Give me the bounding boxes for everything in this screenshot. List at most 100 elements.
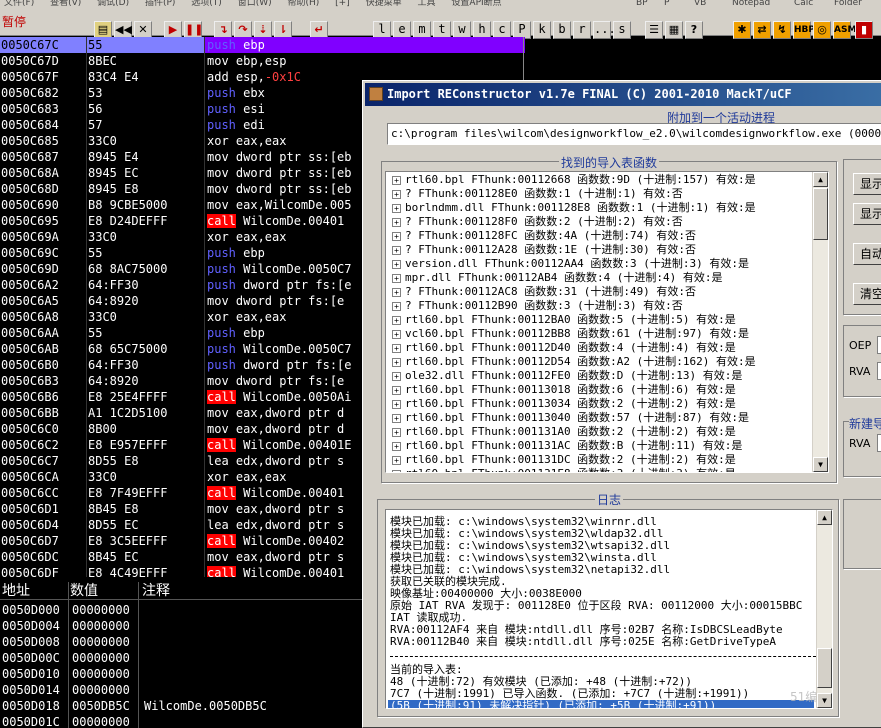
auto-trace-button[interactable]: 自动 [853,243,881,265]
log-line[interactable]: (5B (十进制:91) 未解决指针) (已添加: +5B (十进制:+91)) [388,700,814,708]
oep-input[interactable] [877,336,881,354]
expand-icon[interactable]: + [392,455,401,465]
menu-bp[interactable]: BP [636,0,648,8]
import-tree-item[interactable]: + mpr.dll FThunk:00112AB4 函数数:4 (十进制:4) 有… [392,271,723,285]
menu-vb[interactable]: VB [694,0,706,8]
scroll-thumb[interactable] [813,188,828,240]
menu-shortcut[interactable]: 快捷菜单 [366,0,402,8]
import-tree-item[interactable]: + rtl60.bpl FThunk:00113040 函数数:57 (十进制:8… [392,411,749,425]
toolbar-btn-source[interactable]: s [613,21,631,39]
menu-folder[interactable]: Folder [834,0,862,8]
dump-header-comment[interactable]: 注释 [142,582,170,600]
scroll-down-icon[interactable]: ▼ [813,457,828,472]
log-listbox[interactable]: 模块已加载: c:\windows\system32\winrnr.dll 模块已… [385,509,833,709]
menu-debug[interactable]: 调试(D) [97,0,129,8]
disasm-row[interactable]: 0050C67C 55 push ebp [0,37,525,53]
menu-p[interactable]: P [664,0,669,8]
clear-imports-button[interactable]: 清空 [853,283,881,305]
swap-icon[interactable]: ⇄ [753,21,771,39]
scroll-down-icon[interactable]: ▼ [817,693,832,708]
expand-icon[interactable]: + [392,315,401,325]
hbp-button[interactable]: HBP [793,21,815,39]
expand-icon[interactable]: + [392,189,401,199]
toolbar-btn-breakpoints[interactable]: b [553,21,571,39]
import-tree-item[interactable]: + rtl60.bpl FThunk:001131A0 函数数:2 (十进制:2)… [392,425,736,439]
menu-plus[interactable]: [+] [335,0,350,8]
import-tree-item[interactable]: + borlndmm.dll FThunk:001128E8 函数数:1 (十进制… [392,201,756,215]
expand-icon[interactable]: + [392,329,401,339]
process-select[interactable]: c:\program files\wilcom\designworkflow_e… [387,123,881,145]
expand-icon[interactable]: + [392,231,401,241]
expand-icon[interactable]: + [392,301,401,311]
show-valid-button[interactable]: 显示 [853,173,881,195]
import-tree-item[interactable]: + ? FThunk:001128FC 函数数:4A (十进制:74) 有效:否 [392,229,696,243]
expand-icon[interactable]: + [392,259,401,269]
rva-input[interactable] [877,362,881,380]
expand-icon[interactable]: + [392,469,401,472]
expand-icon[interactable]: + [392,287,401,297]
import-tree-item[interactable]: + ? FThunk:00112A28 函数数:1E (十进制:30) 有效:否 [392,243,696,257]
import-tree-item[interactable]: + rtl60.bpl FThunk:00112D40 函数数:4 (十进制:4)… [392,341,736,355]
menu-file[interactable]: 文件(F) [4,0,34,8]
import-tree-item[interactable]: + rtl60.bpl FThunk:001131E8 函数数:3 (十进制:3)… [392,467,736,472]
menu-help[interactable]: 帮助(H) [288,0,320,8]
log-line[interactable]: RVA:00112B40 来自 模块:ntdll.dll 序号:025E 名称:… [390,636,776,648]
import-tree-item[interactable]: + ? FThunk:001128F0 函数数:2 (十进制:2) 有效:否 [392,215,683,229]
toolbar-btn-references[interactable]: r [573,21,591,39]
tool-icon[interactable]: ✱ [733,21,751,39]
import-tree-item[interactable]: + rtl60.bpl FThunk:00113018 函数数:6 (十进制:6)… [392,383,736,397]
import-tree-item[interactable]: + ? FThunk:00112AC8 函数数:31 (十进制:49) 有效:否 [392,285,696,299]
asm-button[interactable]: ASM [833,21,856,39]
expand-icon[interactable]: + [392,203,401,213]
toolbar-btn-stack[interactable]: k [533,21,551,39]
menu-view[interactable]: 查看(V) [50,0,81,8]
show-suspect-button[interactable]: 显示 [853,203,881,225]
imports-tree[interactable]: + rtl60.bpl FThunk:00112668 函数数:9D (十进制:1… [385,171,829,473]
menu-window[interactable]: 窗口(W) [238,0,272,8]
scroll-up-icon[interactable]: ▲ [813,172,828,187]
dialog-titlebar[interactable]: Import REConstructor v1.7e FINAL (C) 200… [365,83,881,106]
expand-icon[interactable]: + [392,217,401,227]
log-scrollbar[interactable]: ▲ ▼ [816,510,832,708]
menu-options[interactable]: 选项(T) [191,0,222,8]
menu-notepad[interactable]: Notepad [732,0,770,8]
import-tree-item[interactable]: + rtl60.bpl FThunk:001131DC 函数数:2 (十进制:2)… [392,453,736,467]
list-icon[interactable]: ☰ [645,21,663,39]
expand-icon[interactable]: + [392,273,401,283]
expand-icon[interactable]: + [392,413,401,423]
rva2-input[interactable] [877,434,881,452]
expand-icon[interactable]: + [392,371,401,381]
scroll-thumb[interactable] [817,648,832,688]
import-tree-item[interactable]: + ole32.dll FThunk:00112FE0 函数数:D (十进制:13… [392,369,742,383]
import-tree-item[interactable]: + rtl60.bpl FThunk:001131AC 函数数:B (十进制:11… [392,439,742,453]
grid-icon[interactable]: ▦ [665,21,683,39]
menu-tools[interactable]: 工具 [418,0,436,8]
import-tree-item[interactable]: + ? FThunk:00112B90 函数数:3 (十进制:3) 有效:否 [392,299,683,313]
scroll-up-icon[interactable]: ▲ [817,510,832,525]
menu-api-bp[interactable]: 设置API断点 [451,0,501,8]
imports-scrollbar[interactable]: ▲ ▼ [812,172,828,472]
toolbar-btn-more[interactable]: ... [593,21,616,39]
expand-icon[interactable]: + [392,399,401,409]
expand-icon[interactable]: + [392,343,401,353]
import-tree-item[interactable]: + rtl60.bpl FThunk:00113034 函数数:2 (十进制:2)… [392,397,736,411]
expand-icon[interactable]: + [392,385,401,395]
help-icon[interactable]: ? [685,21,703,39]
import-tree-item[interactable]: + ? FThunk:001128E0 函数数:1 (十进制:1) 有效:否 [392,187,683,201]
import-tree-item[interactable]: + version.dll FThunk:00112AA4 函数数:3 (十进制:… [392,257,749,271]
expand-icon[interactable]: + [392,175,401,185]
import-tree-item[interactable]: + vcl60.bpl FThunk:00112BB8 函数数:61 (十进制:9… [392,327,749,341]
expand-icon[interactable]: + [392,245,401,255]
import-tree-item[interactable]: + rtl60.bpl FThunk:00112D54 函数数:A2 (十进制:1… [392,355,756,369]
bookmark-icon[interactable]: ▮ [855,21,873,39]
disasm-row[interactable]: 0050C67D 8BEC mov ebp,esp [0,53,525,69]
import-tree-item[interactable]: + rtl60.bpl FThunk:00112668 函数数:9D (十进制:1… [392,173,756,187]
dump-header-address[interactable]: 地址 [2,582,30,600]
expand-icon[interactable]: + [392,427,401,437]
expand-icon[interactable]: + [392,357,401,367]
step-icon[interactable]: ↯ [773,21,791,39]
expand-icon[interactable]: + [392,441,401,451]
target-icon[interactable]: ◎ [813,21,831,39]
dump-pane[interactable]: 地址 数值 注释 0050D000 00000000 0050D004 0000000… [0,580,363,728]
dump-header-value[interactable]: 数值 [70,582,98,600]
